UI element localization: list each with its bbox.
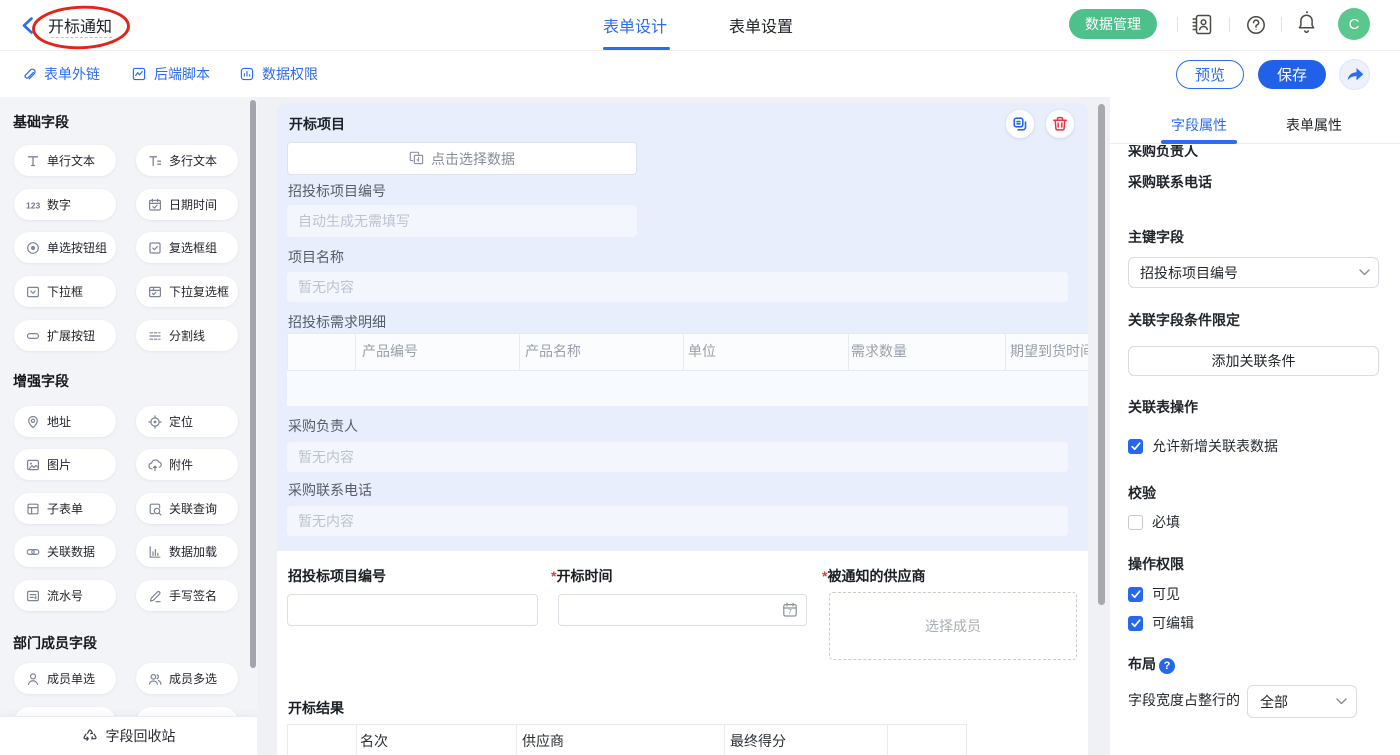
svg-text:123: 123	[26, 200, 40, 210]
svg-text:7: 7	[788, 609, 792, 616]
